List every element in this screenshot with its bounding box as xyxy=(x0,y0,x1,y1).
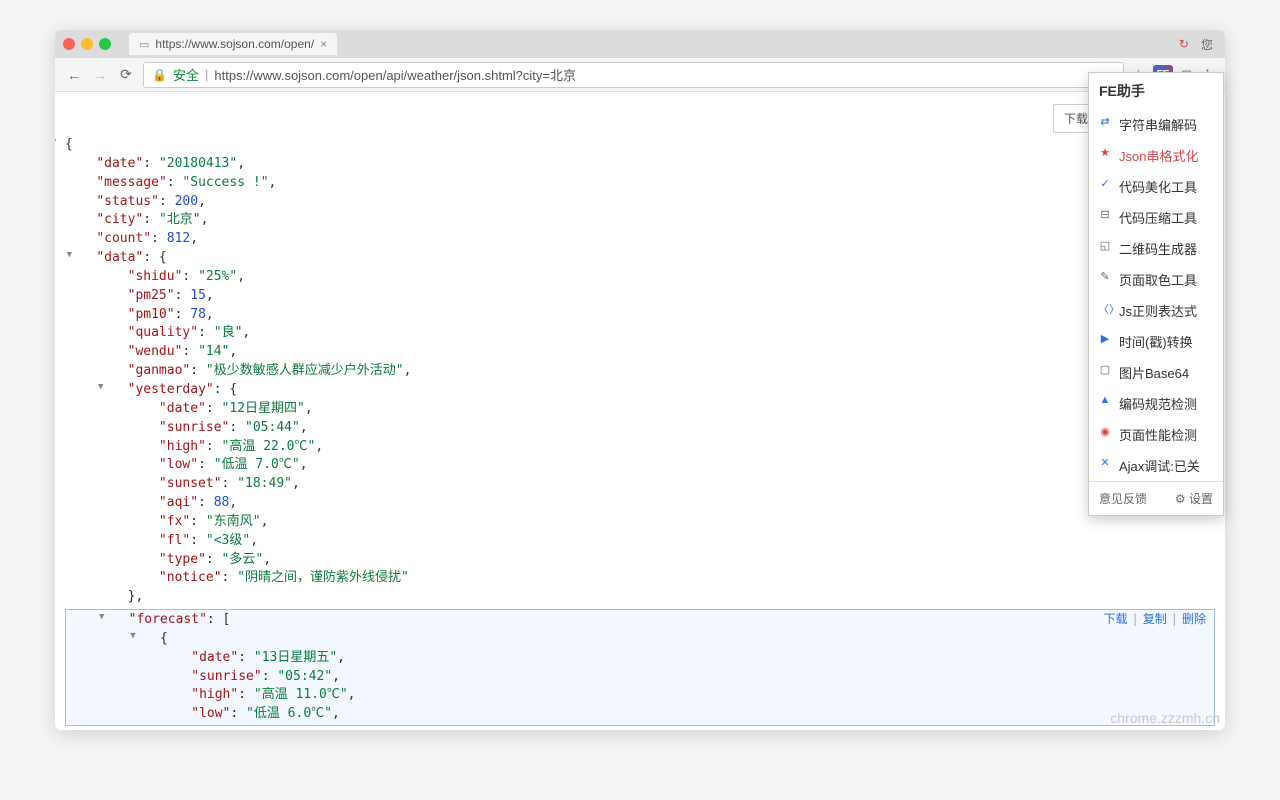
address-bar: ← → ⟳ 🔒 安全 | https://www.sojson.com/open… xyxy=(55,58,1225,92)
popup-item-icon: ✕ xyxy=(1098,456,1112,469)
tab-close-icon[interactable]: × xyxy=(320,37,327,51)
popup-item-icon: ⇄ xyxy=(1098,115,1112,128)
back-button[interactable]: ← xyxy=(65,66,83,84)
gear-icon: ⚙ xyxy=(1175,492,1186,506)
popup-item[interactable]: ◱ 二维码生成器 xyxy=(1089,233,1223,264)
maximize-window-button[interactable] xyxy=(99,38,111,50)
page-icon: ▭ xyxy=(139,38,149,51)
secure-label: 安全 xyxy=(173,65,199,84)
page-content: 下载JSON数据 所有 ▼{ date: 20180413, message: … xyxy=(55,92,1225,730)
tab-bar: ▭ https://www.sojson.com/open/ × ↻ 您 xyxy=(55,30,1225,58)
popup-item[interactable]: ✕ Ajax调试:已关 xyxy=(1089,450,1223,481)
popup-item-label: 页面性能检测 xyxy=(1119,428,1197,443)
collapse-icon[interactable]: ▼ xyxy=(98,381,103,394)
popup-item-icon: 〈〉 xyxy=(1098,301,1112,317)
popup-item-label: Json串格式化 xyxy=(1119,149,1198,164)
popup-item-icon: ▶ xyxy=(1098,332,1112,345)
popup-item[interactable]: ✓ 代码美化工具 xyxy=(1089,171,1223,202)
lock-icon: 🔒 xyxy=(152,68,167,82)
reload-button[interactable]: ⟳ xyxy=(117,66,135,84)
popup-item-label: Ajax调试:已关 xyxy=(1119,459,1200,474)
footer-watermark: chrome.zzzmh.cn xyxy=(1110,710,1220,726)
popup-item-label: 图片Base64 xyxy=(1119,366,1189,381)
popup-item-label: 字符串编解码 xyxy=(1119,118,1197,133)
close-window-button[interactable] xyxy=(63,38,75,50)
popup-title: FE助手 xyxy=(1089,73,1223,109)
popup-item-icon: ★ xyxy=(1098,146,1112,159)
popup-footer: 意见反馈 ⚙ 设置 xyxy=(1089,481,1223,515)
popup-item[interactable]: ◉ 页面性能检测 xyxy=(1089,419,1223,450)
feedback-link[interactable]: 意见反馈 xyxy=(1099,490,1147,507)
settings-link[interactable]: ⚙ 设置 xyxy=(1175,490,1213,507)
popup-item[interactable]: ▶ 时间(戳)转换 xyxy=(1089,326,1223,357)
tab-title: https://www.sojson.com/open/ xyxy=(155,37,314,51)
popup-item[interactable]: ⊟ 代码压缩工具 xyxy=(1089,202,1223,233)
popup-item[interactable]: ★ Json串格式化 xyxy=(1089,140,1223,171)
url-text: https://www.sojson.com/open/api/weather/… xyxy=(214,65,576,84)
collapse-icon[interactable]: ▼ xyxy=(67,249,72,262)
popup-item-label: 代码压缩工具 xyxy=(1119,211,1197,226)
json-hover-row[interactable]: 下载|复制|删除 ▼ forecast: [ ▼ { date: 13日星期五,… xyxy=(65,609,1215,726)
forward-button[interactable]: → xyxy=(91,66,109,84)
popup-menu: ⇄ 字符串编解码 ★ Json串格式化 ✓ 代码美化工具 ⊟ 代码压缩工具 ◱ 二维码生成器 ✎ 页面… xyxy=(1089,109,1223,481)
popup-item-icon: ✎ xyxy=(1098,270,1112,283)
popup-item-icon: ⊟ xyxy=(1098,208,1112,221)
popup-item[interactable]: ⇄ 字符串编解码 xyxy=(1089,109,1223,140)
collapse-icon[interactable]: ▼ xyxy=(99,611,104,624)
popup-item[interactable]: ✎ 页面取色工具 xyxy=(1089,264,1223,295)
collapse-icon[interactable]: ▼ xyxy=(130,630,135,643)
popup-item-label: 时间(戳)转换 xyxy=(1119,335,1193,350)
sync-icon[interactable]: ↻ xyxy=(1179,37,1189,51)
browser-tab[interactable]: ▭ https://www.sojson.com/open/ × xyxy=(129,33,337,55)
collapse-icon[interactable]: ▼ xyxy=(55,136,56,149)
hover-copy[interactable]: 复制 xyxy=(1143,612,1167,626)
popup-item-icon: ▲ xyxy=(1098,394,1112,406)
popup-item[interactable]: ▢ 图片Base64 xyxy=(1089,357,1223,388)
url-input[interactable]: 🔒 安全 | https://www.sojson.com/open/api/w… xyxy=(143,62,1124,88)
popup-item-label: 二维码生成器 xyxy=(1119,242,1197,257)
popup-item-label: 代码美化工具 xyxy=(1119,180,1197,195)
popup-item-icon: ◉ xyxy=(1098,425,1112,438)
hover-download[interactable]: 下载 xyxy=(1103,612,1127,626)
popup-item-icon: ✓ xyxy=(1098,177,1112,190)
popup-item-label: Js正则表达式 xyxy=(1119,304,1197,319)
popup-item-label: 编码规范检测 xyxy=(1119,397,1197,412)
user-text: 您 xyxy=(1201,36,1213,53)
popup-item-icon: ◱ xyxy=(1098,239,1112,252)
browser-window: ▭ https://www.sojson.com/open/ × ↻ 您 ← →… xyxy=(55,30,1225,730)
minimize-window-button[interactable] xyxy=(81,38,93,50)
hover-actions: 下载|复制|删除 xyxy=(1103,611,1206,628)
popup-item[interactable]: ▲ 编码规范检测 xyxy=(1089,388,1223,419)
popup-item-label: 页面取色工具 xyxy=(1119,273,1197,288)
json-viewer: ▼{ date: 20180413, message: Success !, s… xyxy=(65,136,1215,728)
popup-item-icon: ▢ xyxy=(1098,363,1112,376)
popup-item[interactable]: 〈〉 Js正则表达式 xyxy=(1089,295,1223,326)
hover-delete[interactable]: 删除 xyxy=(1182,612,1206,626)
fe-helper-popup: FE助手 ⇄ 字符串编解码 ★ Json串格式化 ✓ 代码美化工具 ⊟ 代码压缩工具 ◱ 二维码生… xyxy=(1088,72,1224,516)
